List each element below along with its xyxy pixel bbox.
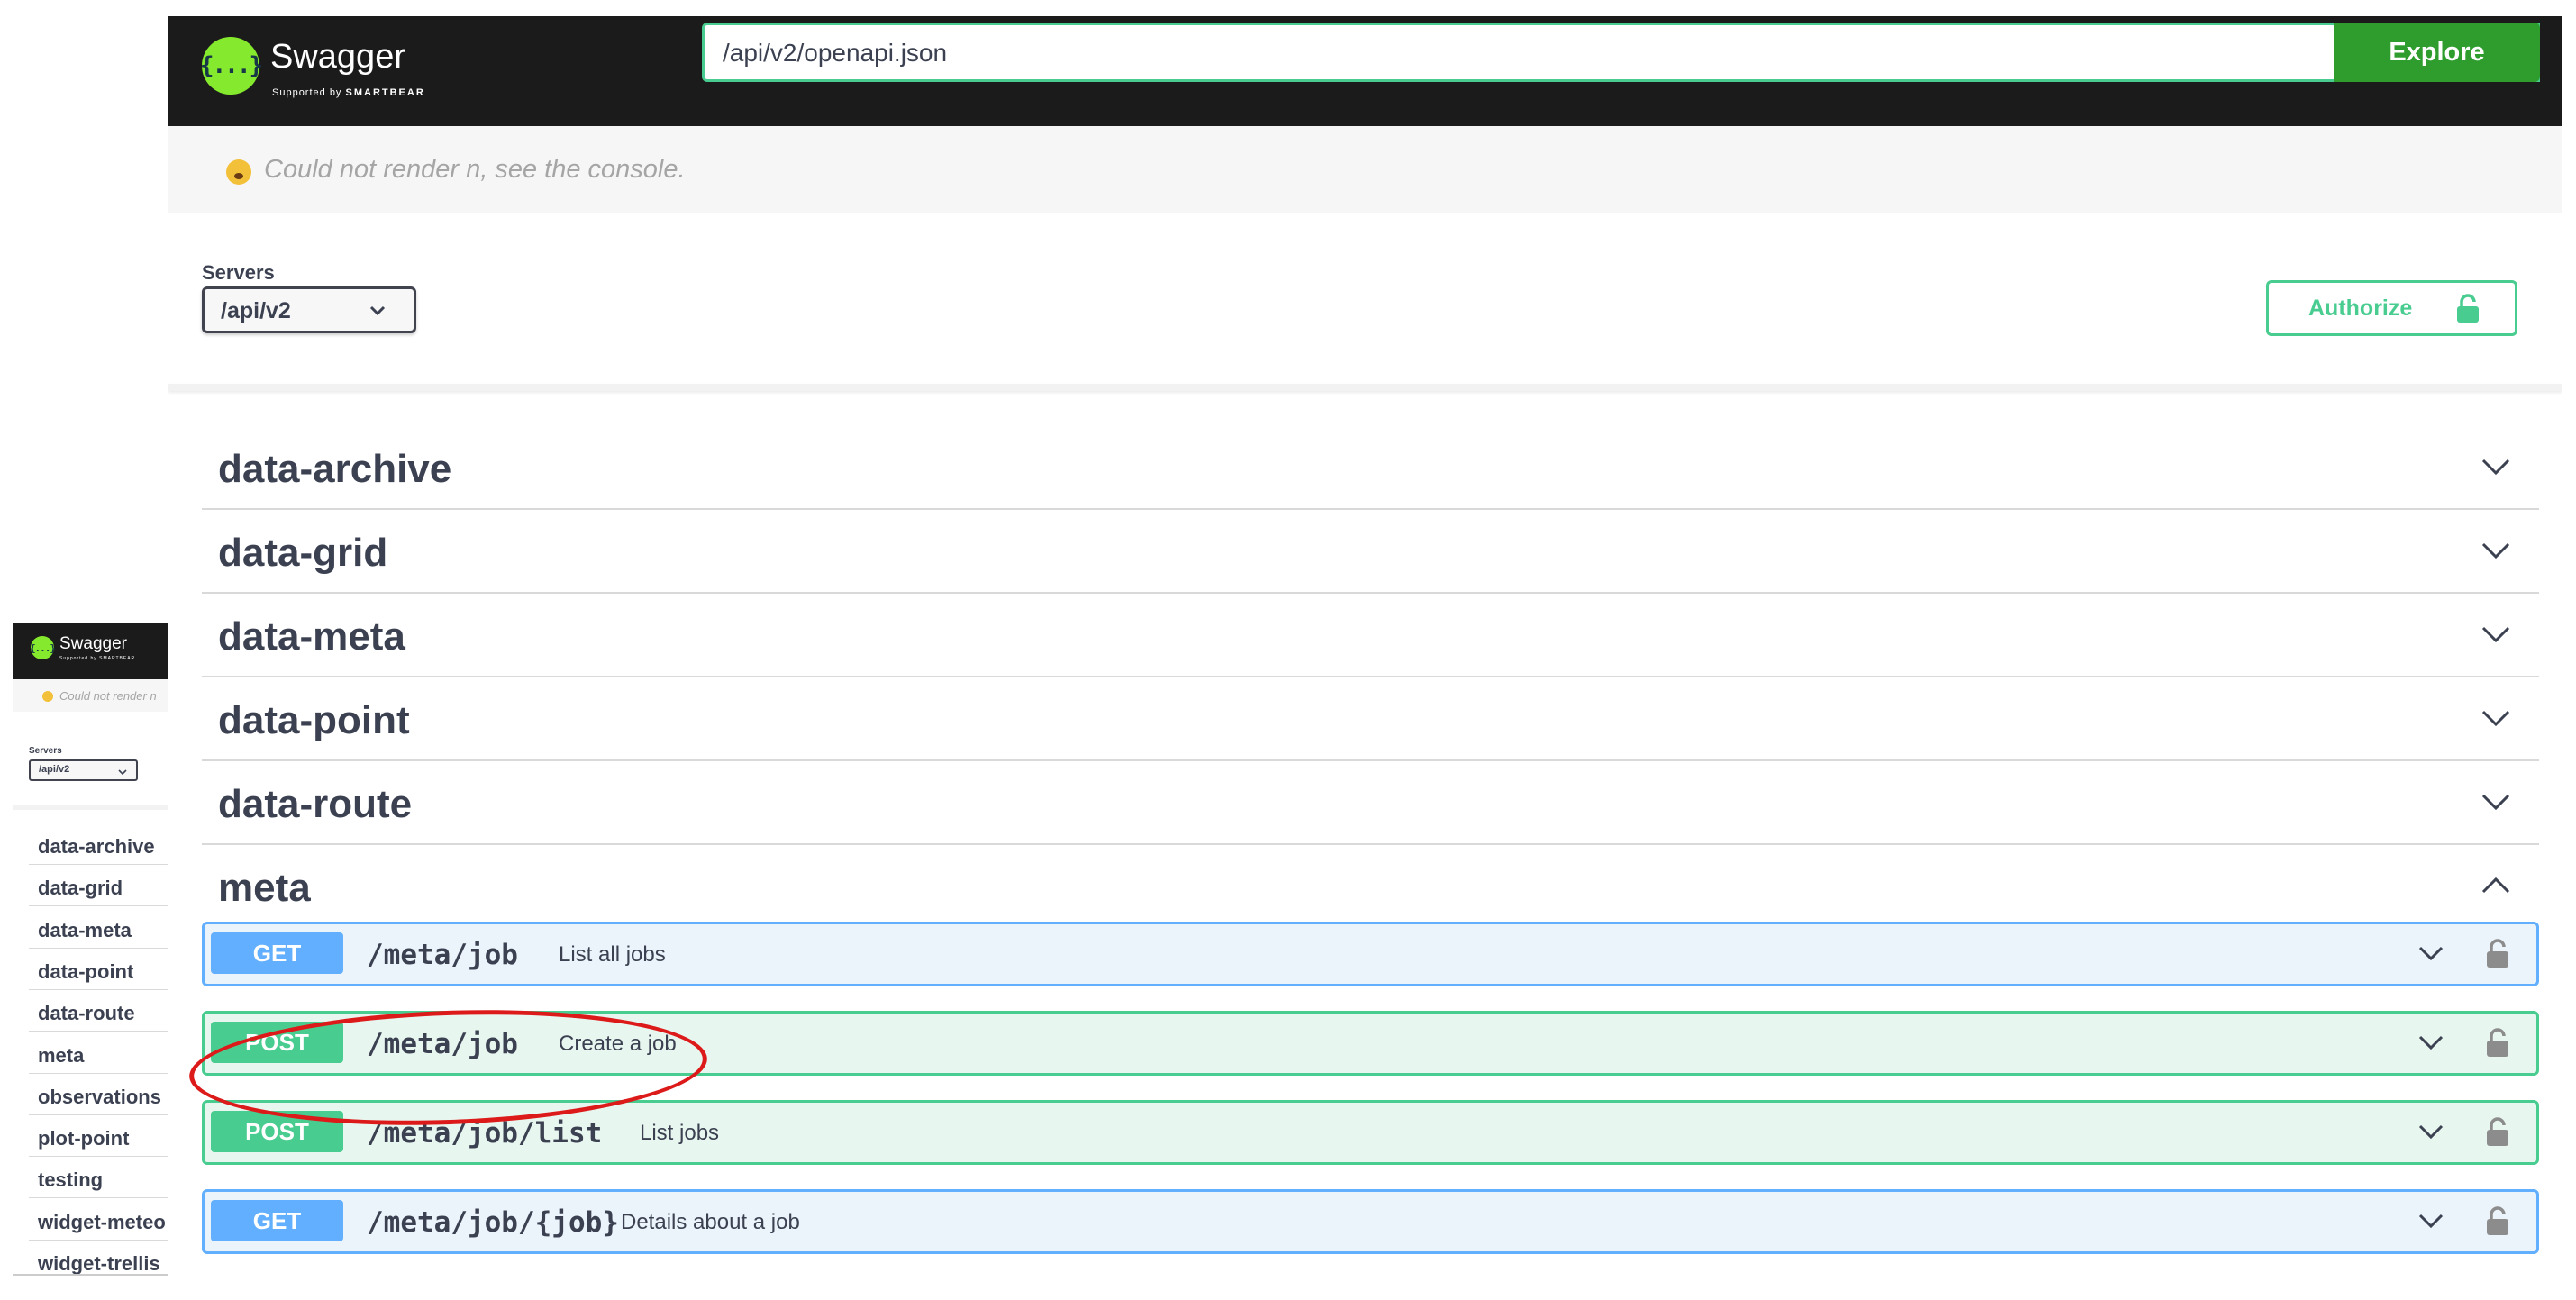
- mini-chevron-down-icon: [118, 765, 127, 781]
- operation-get-4[interactable]: GET/meta/job/{job} Details about a job: [202, 1189, 2539, 1254]
- tag-name: meta: [218, 866, 311, 910]
- servers-selected-value: /api/v2: [221, 298, 291, 323]
- mini-logo-text: Swagger: [59, 634, 127, 653]
- operation-path: /meta/job/{job}: [367, 1206, 619, 1239]
- sidebar-item-label: meta: [38, 1043, 85, 1067]
- chevron-down-icon[interactable]: [2480, 456, 2512, 482]
- mini-error-bar: Could not render n: [13, 679, 168, 712]
- sidebar-item-label: plot-point: [38, 1127, 130, 1150]
- tag-section-data-route[interactable]: data-route: [202, 762, 2539, 845]
- explore-button[interactable]: Explore: [2334, 23, 2540, 82]
- lock-icon[interactable]: [2486, 1028, 2509, 1063]
- mini-servers-value: /api/v2: [39, 764, 70, 775]
- operation-summary: List all jobs: [559, 942, 666, 967]
- chevron-up-icon[interactable]: [2480, 875, 2512, 901]
- authorize-label: Authorize: [2308, 295, 2413, 321]
- url-field[interactable]: [702, 23, 2540, 82]
- logo-subtitle: Supported by SMARTBEAR: [272, 87, 425, 98]
- tag-section-data-meta[interactable]: data-meta: [202, 595, 2539, 677]
- sidebar-item-label: data-meta: [38, 918, 132, 941]
- tag-name: data-route: [218, 782, 413, 826]
- chevron-down-icon[interactable]: [2417, 1032, 2444, 1057]
- sidebar-item-testing[interactable]: testing: [29, 1157, 168, 1199]
- tag-section-data-point[interactable]: data-point: [202, 678, 2539, 761]
- servers-label: Servers: [202, 261, 275, 284]
- mini-error-emoji-icon: [42, 691, 53, 702]
- sidebar-item-label: data-archive: [38, 835, 155, 858]
- logo-text: Swagger: [270, 38, 405, 76]
- chevron-down-icon[interactable]: [2417, 1122, 2444, 1146]
- sidebar-item-data-grid[interactable]: data-grid: [29, 865, 168, 907]
- sidebar-item-data-route[interactable]: data-route: [29, 990, 168, 1032]
- lock-icon[interactable]: [2486, 939, 2509, 974]
- sidebar-item-data-archive[interactable]: data-archive: [29, 823, 168, 865]
- mini-swagger-logo-icon: {...}: [30, 636, 56, 659]
- error-bar: Could not render n, see the console.: [168, 126, 2562, 213]
- chevron-down-icon[interactable]: [2480, 540, 2512, 566]
- chevron-down-icon[interactable]: [2480, 791, 2512, 817]
- sidebar-item-label: testing: [38, 1168, 104, 1192]
- error-message: Could not render n, see the console.: [264, 155, 686, 184]
- sidebar-item-data-meta[interactable]: data-meta: [29, 907, 168, 949]
- swagger-logo-icon: {...}: [200, 37, 263, 95]
- lock-icon[interactable]: [2486, 1117, 2509, 1152]
- sidebar-item-label: data-point: [38, 959, 134, 983]
- mini-error-text: Could not render n: [59, 689, 157, 703]
- chevron-down-icon[interactable]: [2417, 943, 2444, 968]
- sidebar-item-widget-meteo[interactable]: widget-meteo: [29, 1199, 168, 1241]
- mini-servers-label: Servers: [29, 746, 62, 756]
- sidebar-item-label: widget-trellis: [38, 1252, 160, 1274]
- unlocked-lock-icon: [2454, 294, 2481, 329]
- servers-select[interactable]: /api/v2: [202, 286, 416, 333]
- sidebar-item-label: data-route: [38, 1002, 135, 1025]
- screaming-face-emoji-icon: [226, 159, 251, 185]
- tag-name: data-meta: [218, 614, 405, 659]
- mini-swagger-window: {...} Swagger Supported by SMARTBEAR Cou…: [13, 623, 168, 1274]
- lock-icon[interactable]: [2486, 1206, 2509, 1241]
- logo-sub-prefix: Supported by: [272, 87, 342, 98]
- tag-name: data-grid: [218, 531, 388, 575]
- operation-summary: Details about a job: [621, 1210, 800, 1234]
- url-input[interactable]: [721, 25, 2256, 81]
- sidebar-item-widget-trellis[interactable]: widget-trellis: [29, 1241, 168, 1274]
- sidebar-item-label: observations: [38, 1085, 161, 1108]
- authorize-button[interactable]: Authorize: [2266, 280, 2517, 336]
- method-badge: GET: [211, 932, 343, 974]
- sidebar-item-data-point[interactable]: data-point: [29, 949, 168, 990]
- operation-summary: List jobs: [640, 1121, 720, 1145]
- chevron-down-icon: [367, 299, 388, 325]
- chevron-down-icon[interactable]: [2480, 707, 2512, 733]
- mini-logo-subtitle: Supported by SMARTBEAR: [59, 656, 136, 661]
- sidebar-item-plot-point[interactable]: plot-point: [29, 1115, 168, 1158]
- operation-get-1[interactable]: GET/meta/job List all jobs: [202, 922, 2539, 986]
- operation-path: /meta/job: [367, 939, 518, 971]
- logo-sub-brand: SMARTBEAR: [345, 87, 425, 98]
- sidebar-item-meta[interactable]: meta: [29, 1032, 168, 1074]
- chevron-down-icon[interactable]: [2480, 623, 2512, 650]
- sidebar-item-label: widget-meteo: [38, 1210, 166, 1233]
- mini-servers-select[interactable]: /api/v2: [29, 759, 138, 781]
- chevron-down-icon[interactable]: [2417, 1211, 2444, 1235]
- sidebar-item-label: data-grid: [38, 877, 123, 900]
- tag-name: data-archive: [218, 447, 452, 491]
- tag-section-data-archive[interactable]: data-archive: [202, 427, 2539, 510]
- swagger-window: {...} Swagger Supported by SMARTBEAR Exp…: [168, 16, 2562, 1300]
- mini-divider: [13, 805, 168, 810]
- tag-name: data-point: [218, 698, 410, 742]
- topbar: {...} Swagger Supported by SMARTBEAR Exp…: [168, 16, 2562, 126]
- method-badge: GET: [211, 1200, 343, 1241]
- tag-section-meta[interactable]: meta: [202, 846, 2539, 929]
- scheme-container-divider: [168, 384, 2562, 391]
- sidebar-item-observations[interactable]: observations: [29, 1074, 168, 1115]
- tag-section-data-grid[interactable]: data-grid: [202, 511, 2539, 594]
